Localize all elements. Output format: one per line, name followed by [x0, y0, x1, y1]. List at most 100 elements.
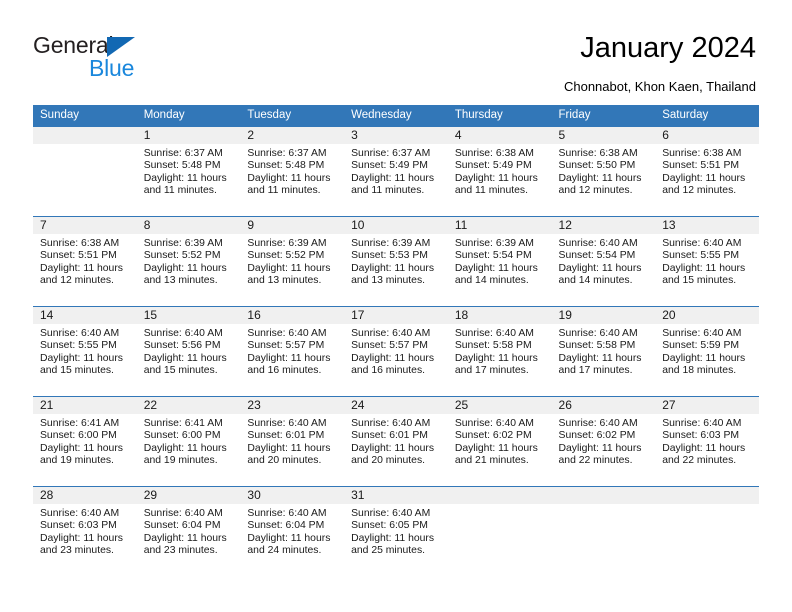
day-detail-line: and 20 minutes.	[247, 455, 322, 467]
day-detail-line: Daylight: 11 hours	[662, 262, 746, 274]
day-detail-line: Sunset: 5:58 PM	[454, 340, 532, 352]
day-number-band: 29	[136, 487, 241, 504]
day-number-band: 24	[344, 397, 448, 414]
calendar-day-cell[interactable]: 10 Sunrise: 6:39 AM Sunset: 5:53 PM Dayligh…	[344, 216, 448, 306]
day-detail-line: and 19 minutes.	[40, 455, 114, 467]
day-details: Sunrise: 6:40 AM Sunset: 5:55 PM Daylight:…	[33, 324, 137, 378]
day-number-band: 28	[33, 487, 137, 504]
calendar-day-cell[interactable]: 15 Sunrise: 6:40 AM Sunset: 5:56 PM Dayligh…	[136, 306, 241, 396]
day-detail-line: Sunrise: 6:37 AM	[143, 148, 223, 159]
day-details: Sunrise: 6:41 AM Sunset: 6:00 PM Daylight:…	[137, 414, 241, 468]
calendar-day-cell[interactable]: 30 Sunrise: 6:40 AM Sunset: 6:04 PM Dayligh…	[240, 486, 345, 576]
calendar-day-cell[interactable]: 22 Sunrise: 6:41 AM Sunset: 6:00 PM Dayligh…	[136, 396, 241, 486]
day-detail-line: and 17 minutes.	[558, 365, 633, 377]
day-number-band: 31	[344, 487, 448, 504]
calendar-day-cell[interactable]: 26 Sunrise: 6:40 AM Sunset: 6:02 PM Dayligh…	[551, 396, 656, 486]
calendar-day-cell[interactable]: 25 Sunrise: 6:40 AM Sunset: 6:02 PM Dayligh…	[447, 396, 552, 486]
calendar-day-cell[interactable]: 16 Sunrise: 6:40 AM Sunset: 5:57 PM Dayligh…	[240, 306, 345, 396]
day-detail-line: Daylight: 11 hours	[351, 442, 435, 454]
calendar-day-cell[interactable]: 3 Sunrise: 6:37 AM Sunset: 5:49 PM Daylight…	[344, 126, 448, 216]
day-number	[552, 487, 656, 488]
calendar-day-cell[interactable]: 11 Sunrise: 6:39 AM Sunset: 5:54 PM Dayligh…	[447, 216, 552, 306]
day-detail-line: Sunset: 5:52 PM	[247, 250, 325, 262]
day-detail-line: and 14 minutes.	[454, 275, 529, 287]
calendar-day-cell[interactable]: 19 Sunrise: 6:40 AM Sunset: 5:58 PM Dayligh…	[551, 306, 656, 396]
calendar-day-cell[interactable]: 2 Sunrise: 6:37 AM Sunset: 5:48 PM Daylight…	[240, 126, 345, 216]
day-number: 1	[143, 128, 151, 142]
calendar-day-cell[interactable]: 18 Sunrise: 6:40 AM Sunset: 5:58 PM Dayligh…	[447, 306, 552, 396]
day-details: Sunrise: 6:40 AM Sunset: 5:57 PM Daylight:…	[240, 324, 344, 378]
day-detail-line: Sunrise: 6:40 AM	[351, 508, 431, 519]
day-detail-line: and 23 minutes.	[143, 545, 218, 557]
calendar-day-cell[interactable]: 28 Sunrise: 6:40 AM Sunset: 6:03 PM Dayligh…	[33, 486, 137, 576]
day-detail-line: Sunset: 5:54 PM	[454, 250, 532, 262]
weekday-header-sunday: Sunday	[33, 105, 137, 126]
day-details: Sunrise: 6:40 AM Sunset: 6:02 PM Daylight:…	[552, 414, 656, 468]
day-number: 13	[662, 218, 676, 232]
day-number: 29	[143, 488, 158, 502]
day-detail-line: Sunset: 5:48 PM	[247, 160, 325, 172]
day-detail-line: and 22 minutes.	[662, 455, 737, 467]
generalblue-logo[interactable]: General Blue	[33, 32, 213, 81]
day-detail-line: Sunset: 5:55 PM	[662, 250, 740, 262]
day-detail-line: Daylight: 11 hours	[558, 262, 642, 274]
day-detail-line: and 16 minutes.	[351, 365, 426, 377]
calendar-day-cell[interactable]: 7 Sunrise: 6:38 AM Sunset: 5:51 PM Daylight…	[33, 216, 137, 306]
day-details: Sunrise: 6:39 AM Sunset: 5:53 PM Daylight:…	[344, 234, 448, 288]
day-detail-line: Daylight: 11 hours	[40, 262, 123, 274]
calendar-week-row: 1 Sunrise: 6:37 AM Sunset: 5:48 PM Daylight…	[33, 126, 759, 216]
day-detail-line: Daylight: 11 hours	[143, 442, 227, 454]
day-details: Sunrise: 6:38 AM Sunset: 5:50 PM Daylight:…	[552, 144, 656, 198]
calendar-day-cell[interactable]: 24 Sunrise: 6:40 AM Sunset: 6:01 PM Dayligh…	[344, 396, 448, 486]
calendar-day-cell[interactable]: 6 Sunrise: 6:38 AM Sunset: 5:51 PM Daylight…	[655, 126, 759, 216]
day-detail-line: Sunrise: 6:39 AM	[247, 238, 327, 249]
calendar-day-cell[interactable]: 21 Sunrise: 6:41 AM Sunset: 6:00 PM Dayligh…	[33, 396, 137, 486]
calendar-day-cell[interactable]: 1 Sunrise: 6:37 AM Sunset: 5:48 PM Daylight…	[136, 126, 241, 216]
day-detail-line: Daylight: 11 hours	[143, 172, 227, 184]
day-number-band: 2	[240, 127, 345, 144]
day-detail-line: Sunset: 5:57 PM	[247, 340, 325, 352]
day-detail-line: Daylight: 11 hours	[662, 172, 746, 184]
day-number-band: 11	[447, 217, 552, 234]
day-details: Sunrise: 6:40 AM Sunset: 6:04 PM Daylight:…	[137, 504, 241, 558]
calendar-day-cell[interactable]: 14 Sunrise: 6:40 AM Sunset: 5:55 PM Dayligh…	[33, 306, 137, 396]
day-details: Sunrise: 6:40 AM Sunset: 5:54 PM Daylight:…	[552, 234, 656, 288]
calendar-day-cell[interactable]: 29 Sunrise: 6:40 AM Sunset: 6:04 PM Dayligh…	[136, 486, 241, 576]
day-detail-line: and 16 minutes.	[247, 365, 322, 377]
calendar-day-cell[interactable]: 20 Sunrise: 6:40 AM Sunset: 5:59 PM Dayligh…	[655, 306, 759, 396]
calendar-day-cell[interactable]: 13 Sunrise: 6:40 AM Sunset: 5:55 PM Dayligh…	[655, 216, 759, 306]
calendar-day-cell[interactable]: 8 Sunrise: 6:39 AM Sunset: 5:52 PM Daylight…	[136, 216, 241, 306]
day-detail-line: Sunset: 6:00 PM	[143, 430, 221, 442]
calendar-day-cell[interactable]: 27 Sunrise: 6:40 AM Sunset: 6:03 PM Dayligh…	[655, 396, 759, 486]
calendar-day-cell[interactable]: 9 Sunrise: 6:39 AM Sunset: 5:52 PM Daylight…	[240, 216, 345, 306]
day-number-band: 3	[344, 127, 448, 144]
day-detail-line: and 23 minutes.	[40, 545, 114, 557]
calendar-day-cell[interactable]: 12 Sunrise: 6:40 AM Sunset: 5:54 PM Dayligh…	[551, 216, 656, 306]
day-detail-line: Sunrise: 6:40 AM	[143, 328, 223, 339]
calendar-table: Sunday Monday Tuesday Wednesday Thursday…	[33, 105, 759, 576]
day-detail-line: Sunrise: 6:38 AM	[454, 148, 534, 159]
day-details: Sunrise: 6:38 AM Sunset: 5:51 PM Daylight:…	[655, 144, 759, 198]
calendar-day-cell[interactable]: 17 Sunrise: 6:40 AM Sunset: 5:57 PM Dayligh…	[344, 306, 448, 396]
day-details: Sunrise: 6:38 AM Sunset: 5:51 PM Daylight:…	[33, 234, 137, 288]
day-number-band: 4	[447, 127, 552, 144]
day-details: Sunrise: 6:40 AM Sunset: 5:57 PM Daylight:…	[344, 324, 448, 378]
day-detail-line: Sunset: 5:58 PM	[558, 340, 636, 352]
day-details: Sunrise: 6:40 AM Sunset: 6:04 PM Daylight:…	[240, 504, 344, 558]
day-number: 3	[351, 128, 358, 142]
day-number-band: 26	[551, 397, 656, 414]
calendar-day-cell[interactable]: 23 Sunrise: 6:40 AM Sunset: 6:01 PM Dayligh…	[240, 396, 345, 486]
day-detail-line: and 19 minutes.	[143, 455, 218, 467]
day-number: 28	[40, 488, 54, 502]
calendar-day-cell[interactable]: 31 Sunrise: 6:40 AM Sunset: 6:05 PM Dayligh…	[344, 486, 448, 576]
day-detail-line: Sunrise: 6:40 AM	[40, 508, 120, 519]
day-detail-line: Sunrise: 6:40 AM	[662, 328, 742, 339]
day-number: 17	[351, 308, 365, 322]
calendar-day-cell[interactable]: 5 Sunrise: 6:38 AM Sunset: 5:50 PM Daylight…	[551, 126, 656, 216]
day-number-band: 23	[240, 397, 345, 414]
day-detail-line: Sunrise: 6:37 AM	[351, 148, 431, 159]
calendar-day-cell[interactable]: 4 Sunrise: 6:38 AM Sunset: 5:49 PM Daylight…	[447, 126, 552, 216]
day-detail-line: Daylight: 11 hours	[351, 172, 435, 184]
day-detail-line: Sunrise: 6:40 AM	[351, 418, 431, 429]
triangle-icon	[107, 37, 135, 57]
